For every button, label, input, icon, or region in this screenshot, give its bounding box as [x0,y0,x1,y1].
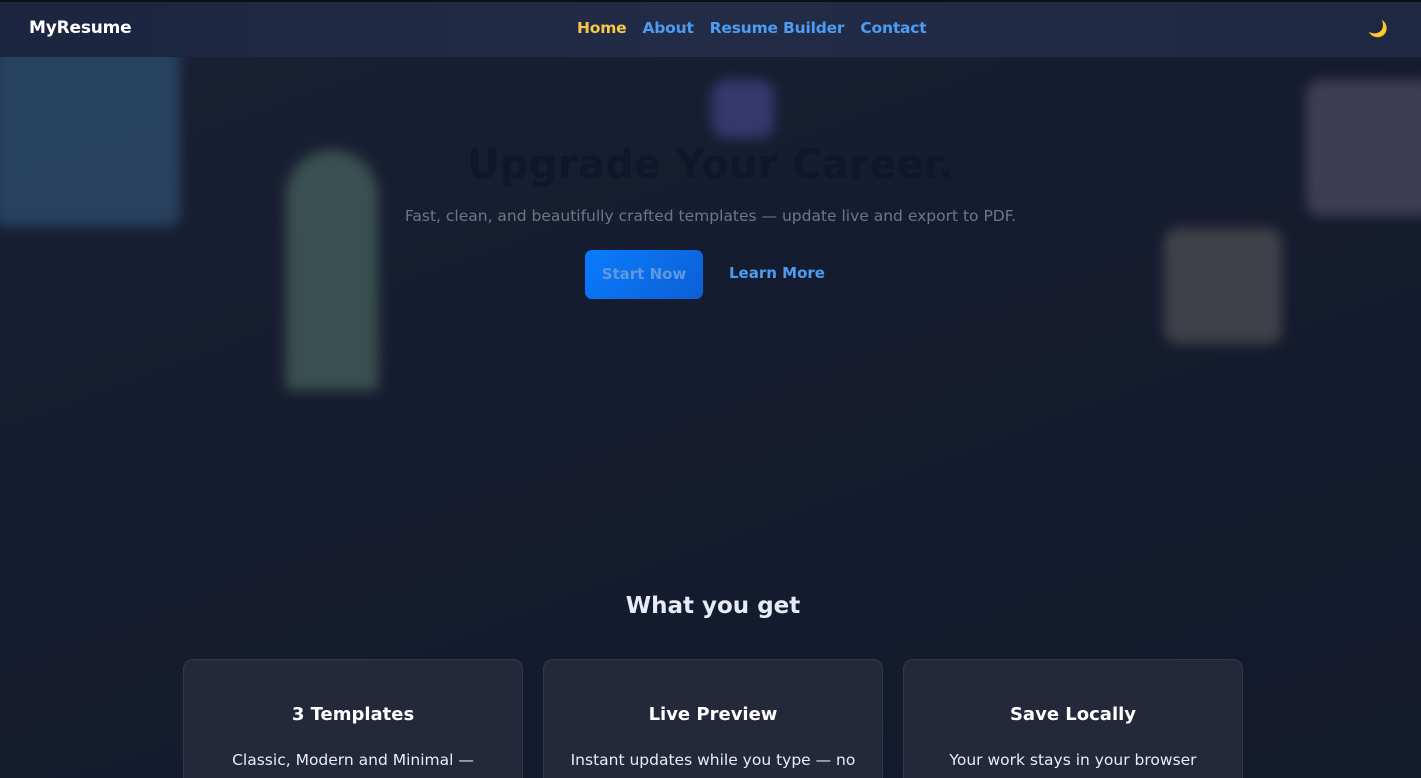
page: MyResume Home About Resume Builder Conta… [0,0,1421,778]
hero-title: Upgrade Your Career. [467,142,954,188]
decorative-blur-shape [0,48,180,226]
nav-link-resume-builder[interactable]: Resume Builder [710,19,845,37]
start-now-button[interactable]: Start Now [585,250,703,299]
learn-more-link[interactable]: Learn More [729,264,825,282]
feature-card-title: Live Preview [648,704,778,725]
decorative-blur-shape [1164,228,1282,344]
navbar: MyResume Home About Resume Builder Conta… [0,0,1421,57]
brand-logo[interactable]: MyResume [29,18,132,38]
hero-subtitle: Fast, clean, and beautifully crafted tem… [404,207,1017,225]
moon-icon[interactable]: 🌙 [1367,18,1389,40]
feature-card-description: Instant updates while you type — no [570,751,856,769]
nav-link-about[interactable]: About [642,19,693,37]
nav-link-home[interactable]: Home [577,19,627,37]
feature-card-title: Save Locally [1009,704,1137,725]
feature-card-description: Your work stays in your browser [949,751,1197,769]
feature-card: 3 Templates Classic, Modern and Minimal … [183,659,523,778]
feature-card-title: 3 Templates [291,704,415,725]
features-title: What you get [625,593,801,619]
nav-links: Home About Resume Builder Contact [577,19,927,37]
feature-card: Live Preview Instant updates while you t… [543,659,883,778]
decorative-blur-shape [712,80,774,138]
feature-card-description: Classic, Modern and Minimal — [232,751,474,769]
nav-link-contact[interactable]: Contact [860,19,926,37]
feature-card: Save Locally Your work stays in your bro… [903,659,1243,778]
